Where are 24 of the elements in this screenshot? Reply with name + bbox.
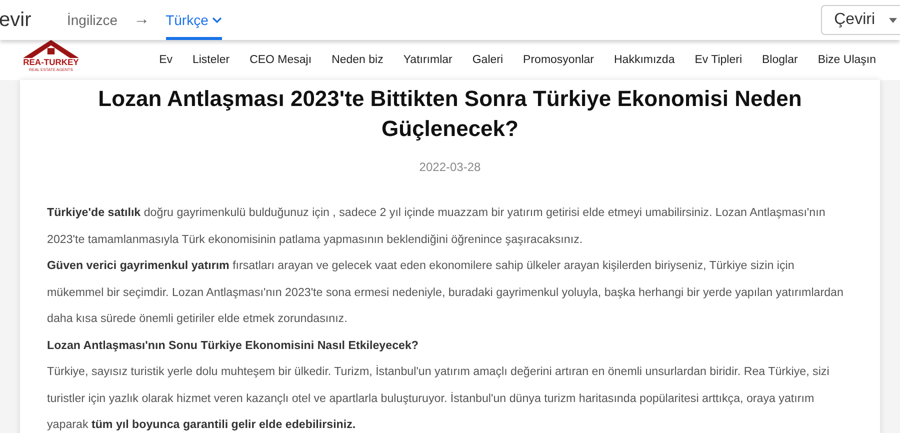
paragraph: Türkiye'de satılık doğru gayrimenkulü bulduğunuz için , sadece 2 yıl içinde muazzam bir yatırım getirisi elde etmeyi umabilirsiniz. Lozan Antlaşması'nın 2023'te tamamlanmasıyla Türk ekonomisinin patlama yapmasının beklendiğini öğrenince şaşıracaksınız.: [47, 205, 826, 248]
nav-link[interactable]: CEO Mesajı: [240, 54, 322, 66]
article-title: Lozan Antlaşması 2023'te Bittikten Sonra Türkiye Ekonomisi Neden Güçlenecek?: [97, 85, 803, 143]
article-date: 2022-03-28: [418, 160, 482, 174]
translate-dropdown[interactable]: Çeviri: [821, 5, 900, 35]
language-tab[interactable]: İngilizce: [67, 0, 118, 40]
app-title: evir: [0, 8, 32, 32]
nav-link[interactable]: Galeri: [462, 54, 514, 66]
paragraph: Türkiye, sayısız turistik yerle dolu muhteşem bir ülkedir. Turizm, İstanbul'un yatırım amaçlı değerini artıran en önemli unsurlardan biridir. Rea Türkiye, sizi turistler için yazlık olarak hizmet veren kazançlı otel ve apartlarla buluşturuyor. İstanbul'un dünya turizm haritasında popülaritesi arttıkça, oraya yatırım yaparak tüm yıl boyunca garantili gelir elde edebilirsiniz.: [47, 364, 830, 433]
paragraph: Güven verici gayrimenkul yatırım fırsatları arayan ve gelecek vaat eden ekonomilere sahip ülkeler arayan kişilerden biriyseniz, Türkiye sizin için mükemmel bir seçimdir. Lozan Antlaşması'nın 2023'te sona ermesi nedeniyle, buradaki gayrimenkul yoluyla, başka herhangi bir yerde yapılan yatırımlardan daha kısa sürede önemli getiriler elde etmek zorundasınız.: [47, 258, 844, 327]
chevron-down-icon: [212, 16, 222, 24]
nav-link[interactable]: Hakkımızda: [604, 54, 685, 66]
nav-link[interactable]: Bize Ulaşın: [808, 54, 886, 66]
caret-icon: [889, 18, 897, 22]
nav-link[interactable]: Ev: [149, 54, 182, 66]
nav-link[interactable]: Neden biz: [322, 54, 394, 66]
nav-link[interactable]: Ev Tipleri: [684, 54, 752, 66]
logo-name: REA-TURKEY: [23, 58, 79, 67]
arrow-text: →: [134, 11, 150, 29]
nav-link[interactable]: Promosyonlar: [513, 54, 604, 66]
nav-link[interactable]: Bloglar: [752, 54, 808, 66]
nav-link[interactable]: Yatırımlar: [393, 54, 462, 66]
section-heading: Lozan Antlaşması'nın Sonu Türkiye Ekonomisini Nasıl Etkileyecek?: [47, 338, 420, 354]
nav-link[interactable]: Listeler: [182, 54, 240, 66]
